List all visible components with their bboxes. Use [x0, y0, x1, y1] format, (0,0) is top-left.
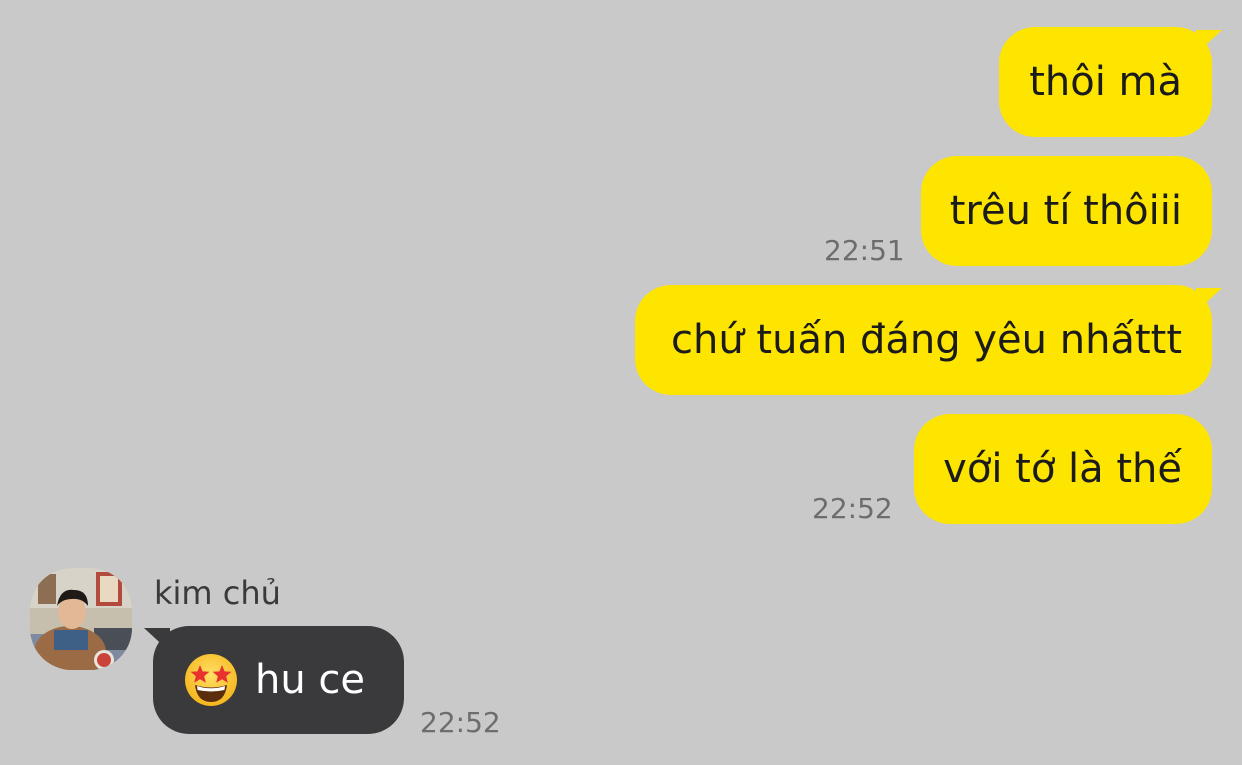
avatar-photo — [30, 568, 132, 670]
message-text: với tớ là thế — [943, 446, 1182, 492]
message-timestamp: 22:52 — [420, 706, 501, 739]
message-bubble-outgoing[interactable]: trêu tí thôiii — [921, 156, 1212, 266]
sender-name: kim chủ — [154, 574, 281, 612]
message-bubble-outgoing[interactable]: thôi mà — [999, 27, 1212, 137]
message-text: hu ce — [255, 657, 366, 703]
avatar[interactable] — [30, 568, 132, 670]
message-bubble-outgoing[interactable]: chứ tuấn đáng yêu nhấttt — [635, 285, 1212, 395]
message-text: chứ tuấn đáng yêu nhấttt — [671, 317, 1182, 363]
star-struck-emoji-icon — [183, 652, 239, 708]
message-timestamp: 22:52 — [812, 492, 893, 525]
message-text: thôi mà — [1029, 59, 1182, 105]
message-timestamp: 22:51 — [824, 234, 905, 267]
message-bubble-outgoing[interactable]: với tớ là thế — [914, 414, 1212, 524]
message-text: trêu tí thôiii — [949, 188, 1182, 234]
message-bubble-incoming[interactable]: hu ce — [153, 626, 404, 734]
